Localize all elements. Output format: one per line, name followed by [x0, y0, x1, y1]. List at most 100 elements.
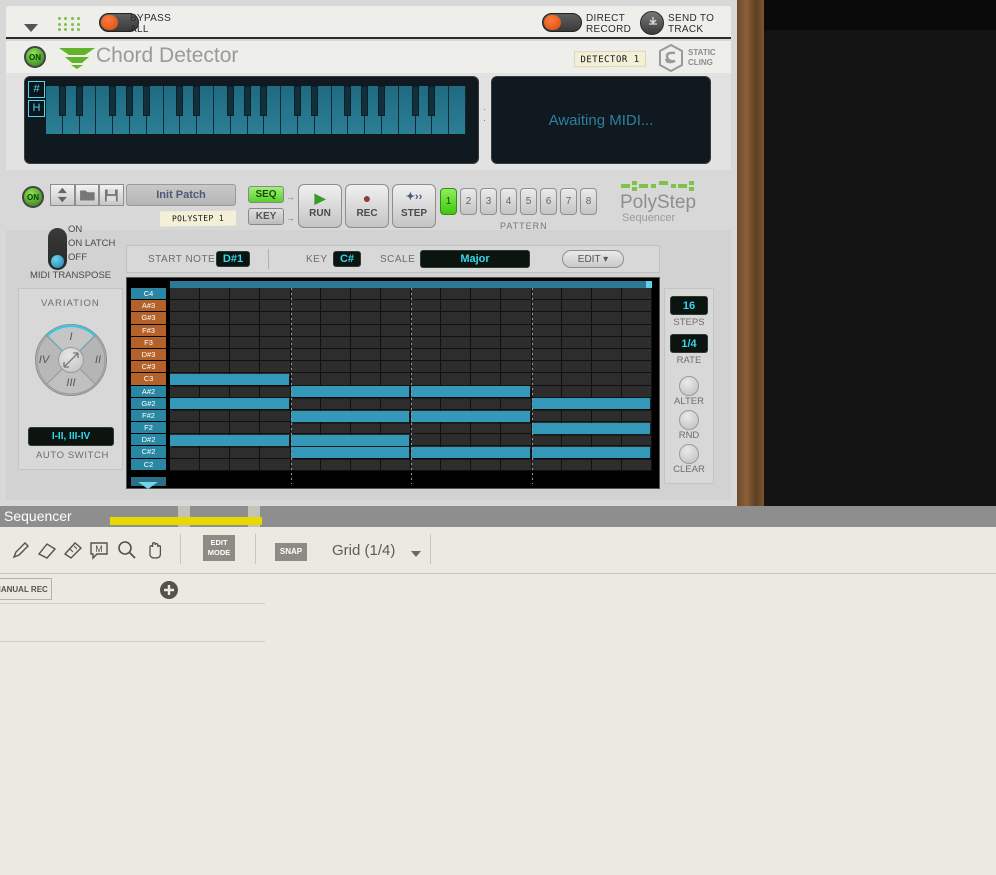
- grid-cell[interactable]: [350, 373, 381, 386]
- grid-cell[interactable]: [531, 409, 562, 423]
- variation-quadrant-iii[interactable]: III: [58, 372, 84, 394]
- grid-cell[interactable]: [200, 300, 231, 313]
- variation-quadrant-iv[interactable]: IV: [31, 349, 57, 371]
- grid-value-dropdown[interactable]: Grid (1/4): [332, 542, 395, 559]
- patch-save-button[interactable]: [99, 184, 125, 206]
- grid-cell[interactable]: [200, 422, 231, 435]
- grid-cell[interactable]: [531, 361, 562, 374]
- grid-cell[interactable]: [200, 446, 231, 459]
- grid-cell[interactable]: [200, 385, 231, 398]
- pattern-button-7[interactable]: 7: [560, 188, 577, 215]
- grid-cell[interactable]: [290, 397, 321, 410]
- grid-cell[interactable]: [320, 288, 351, 301]
- chevron-down-icon[interactable]: [411, 551, 421, 557]
- key-mode-button[interactable]: KEY: [248, 208, 284, 225]
- pattern-button-4[interactable]: 4: [500, 188, 517, 215]
- grid-cell[interactable]: [320, 324, 351, 337]
- grid-cell[interactable]: [561, 434, 592, 447]
- grid-cell[interactable]: [561, 361, 592, 374]
- grid-cell[interactable]: [230, 446, 261, 459]
- grid-cell[interactable]: [501, 336, 532, 349]
- piano-white-key[interactable]: [281, 86, 301, 134]
- grid-cell[interactable]: [230, 385, 261, 398]
- grid-cell[interactable]: [561, 348, 592, 362]
- seq-mode-button[interactable]: SEQ: [248, 186, 284, 203]
- grid-row-label[interactable]: C#3: [131, 361, 166, 374]
- grid-cell[interactable]: [260, 312, 291, 325]
- grid-cell[interactable]: [441, 348, 472, 362]
- direct-record-toggle[interactable]: [542, 13, 582, 32]
- grid-cell[interactable]: [350, 336, 381, 349]
- grid-note[interactable]: [170, 373, 289, 385]
- piano-black-key[interactable]: [75, 86, 83, 116]
- grid-cell[interactable]: [290, 361, 321, 374]
- piano-black-key[interactable]: [293, 86, 301, 116]
- grid-cell[interactable]: [561, 312, 592, 325]
- piano-white-key[interactable]: [398, 86, 419, 134]
- pattern-button-6[interactable]: 6: [540, 188, 557, 215]
- grid-cell[interactable]: [441, 300, 472, 313]
- grid-cell[interactable]: [621, 348, 652, 362]
- grid-cell[interactable]: [260, 336, 291, 349]
- grid-cell[interactable]: [200, 324, 231, 337]
- transpose-option-on-latch[interactable]: ON LATCH: [68, 238, 115, 249]
- grid-cell[interactable]: [350, 397, 381, 410]
- grid-cell[interactable]: [380, 348, 411, 362]
- grid-cell[interactable]: [501, 361, 532, 374]
- piano-black-key[interactable]: [142, 86, 150, 116]
- alter-button[interactable]: [679, 376, 699, 396]
- grid-cell[interactable]: [411, 312, 442, 325]
- grid-cell[interactable]: [380, 336, 411, 349]
- grid-cell[interactable]: [260, 348, 291, 362]
- grid-cell[interactable]: [290, 336, 321, 349]
- grid-cell[interactable]: [380, 373, 411, 386]
- patch-folder-button[interactable]: [74, 184, 100, 206]
- transpose-option-off[interactable]: OFF: [68, 252, 87, 263]
- grid-cell[interactable]: [501, 422, 532, 435]
- grid-row-label[interactable]: F2: [131, 422, 166, 435]
- grid-cell[interactable]: [380, 324, 411, 337]
- grid-cell[interactable]: [200, 312, 231, 325]
- grid-cell[interactable]: [230, 300, 261, 313]
- variation-quadrant-ii[interactable]: II: [85, 349, 111, 371]
- grid-cell[interactable]: [260, 458, 291, 471]
- grid-note[interactable]: [290, 386, 409, 398]
- rec-button[interactable]: ● REC: [345, 184, 389, 228]
- piano-black-key[interactable]: [428, 86, 436, 116]
- magnifier-icon[interactable]: [116, 539, 138, 561]
- piano-black-key[interactable]: [310, 86, 318, 116]
- piano-black-key[interactable]: [344, 86, 352, 116]
- polystep-preset-tag[interactable]: POLYSTEP 1: [159, 210, 237, 227]
- piano-black-key[interactable]: [226, 86, 234, 116]
- grid-row-label[interactable]: F3: [131, 336, 166, 349]
- grid-cell[interactable]: [411, 422, 442, 435]
- grid-cell[interactable]: [621, 288, 652, 301]
- edit-mode-button[interactable]: EDIT MODE: [203, 535, 235, 561]
- grid-cell[interactable]: [170, 385, 201, 398]
- grid-cell[interactable]: [501, 324, 532, 337]
- grid-cell[interactable]: [591, 300, 622, 313]
- grid-cell[interactable]: [531, 336, 562, 349]
- pencil-icon[interactable]: [10, 539, 32, 561]
- key-value[interactable]: C#: [333, 251, 361, 267]
- grid-cell[interactable]: [441, 312, 472, 325]
- grid-cell[interactable]: [531, 385, 562, 398]
- grid-row-label[interactable]: D#2: [131, 434, 166, 447]
- grid-cell[interactable]: [230, 324, 261, 337]
- grid-cell[interactable]: [561, 336, 592, 349]
- grid-cell[interactable]: [561, 409, 592, 423]
- piano-white-key[interactable]: [213, 86, 234, 134]
- pattern-button-3[interactable]: 3: [480, 188, 497, 215]
- grid-cell[interactable]: [320, 348, 351, 362]
- grid-cell[interactable]: [290, 288, 321, 301]
- grid-cell[interactable]: [501, 397, 532, 410]
- grid-cell[interactable]: [411, 373, 442, 386]
- grid-cell[interactable]: [531, 300, 562, 313]
- piano-black-key[interactable]: [58, 86, 66, 116]
- grid-cell[interactable]: [200, 336, 231, 349]
- grid-cell[interactable]: [471, 361, 502, 374]
- grid-cell[interactable]: [411, 324, 442, 337]
- grid-cell[interactable]: [471, 288, 502, 301]
- edit-dropdown-button[interactable]: EDIT ▾: [562, 250, 624, 268]
- grid-cell[interactable]: [411, 348, 442, 362]
